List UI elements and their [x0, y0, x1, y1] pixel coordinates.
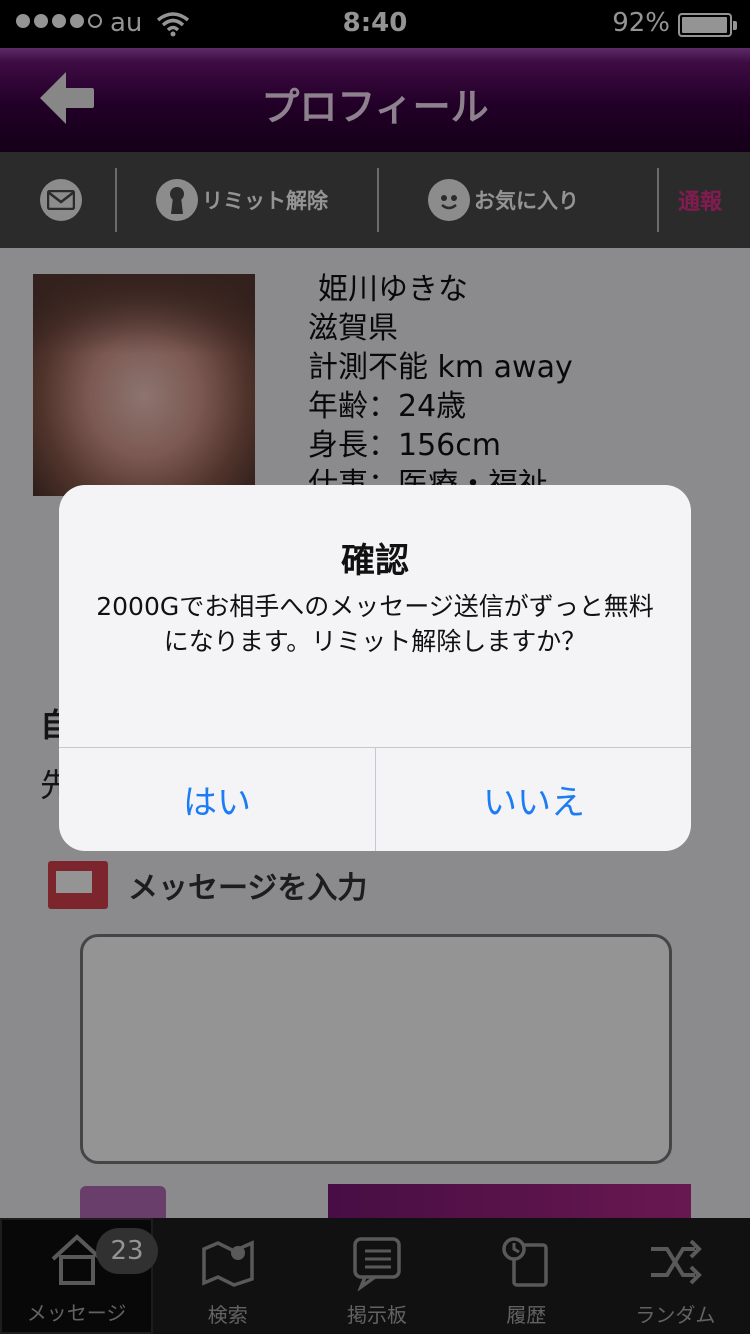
dialog-title: 確認 [341, 541, 409, 581]
confirm-dialog: 確認 2000Gでお相手へのメッセージ送信がずっと無料になります。リミット解除し… [59, 485, 691, 851]
yes-button[interactable]: はい [59, 748, 375, 851]
no-button[interactable]: いいえ [376, 748, 691, 851]
dialog-message: 2000Gでお相手へのメッセージ送信がずっと無料になります。リミット解除しますか… [96, 592, 654, 656]
